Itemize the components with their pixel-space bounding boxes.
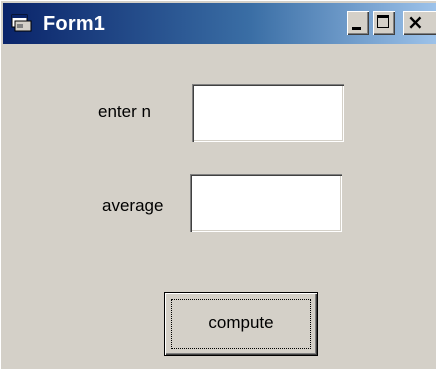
close-icon: × [407, 10, 424, 34]
minimize-icon [352, 27, 361, 30]
title-bar[interactable]: Form1 × [3, 3, 436, 44]
window-title: Form1 [43, 13, 106, 35]
average-output[interactable] [190, 174, 342, 232]
maximize-icon [377, 15, 389, 28]
compute-button-label: compute [208, 313, 274, 332]
close-button[interactable]: × [403, 11, 436, 35]
form-app-icon [11, 14, 32, 32]
form1-window: Form1 × enter n average compute [0, 0, 436, 369]
maximize-button[interactable] [373, 11, 395, 35]
enter-n-label: enter n [98, 102, 151, 121]
minimize-button[interactable] [347, 11, 369, 35]
enter-n-input[interactable] [192, 84, 344, 142]
compute-button[interactable]: compute [164, 292, 318, 356]
average-label: average [102, 196, 164, 215]
